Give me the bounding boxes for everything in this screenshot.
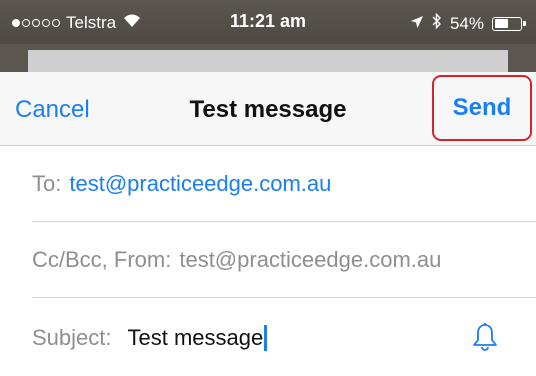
battery-tip bbox=[523, 20, 526, 26]
cc-bcc-from-label: Cc/Bcc, From: bbox=[32, 246, 172, 272]
compose-header: Cancel Test message Send bbox=[0, 72, 536, 146]
battery-icon bbox=[492, 16, 526, 31]
battery-percent: 54% bbox=[449, 13, 484, 33]
subject-label: Subject: bbox=[32, 325, 112, 350]
mail-compose-screen: Telstra 11:21 am 54% Cancel Test message… bbox=[0, 0, 536, 376]
send-button[interactable]: Send bbox=[432, 75, 532, 141]
subject-input[interactable]: Test message bbox=[128, 325, 264, 351]
to-label: To: bbox=[32, 170, 62, 196]
to-field[interactable]: To: test@practiceedge.com.au bbox=[32, 146, 536, 222]
bluetooth-icon bbox=[432, 12, 442, 35]
cc-bcc-from-field[interactable]: Cc/Bcc, From: test@practiceedge.com.au bbox=[32, 222, 536, 298]
to-recipient[interactable]: test@practiceedge.com.au bbox=[69, 171, 331, 197]
status-bar: Telstra 11:21 am 54% bbox=[0, 0, 536, 44]
location-arrow-icon bbox=[410, 14, 424, 34]
subject-field[interactable]: Subject: Test message bbox=[32, 300, 536, 376]
from-address: test@practiceedge.com.au bbox=[179, 246, 442, 272]
text-cursor bbox=[264, 325, 268, 351]
battery-level bbox=[494, 19, 508, 28]
status-right: 54% bbox=[410, 12, 526, 35]
send-button-label: Send bbox=[452, 94, 512, 121]
bell-icon[interactable] bbox=[472, 322, 498, 358]
